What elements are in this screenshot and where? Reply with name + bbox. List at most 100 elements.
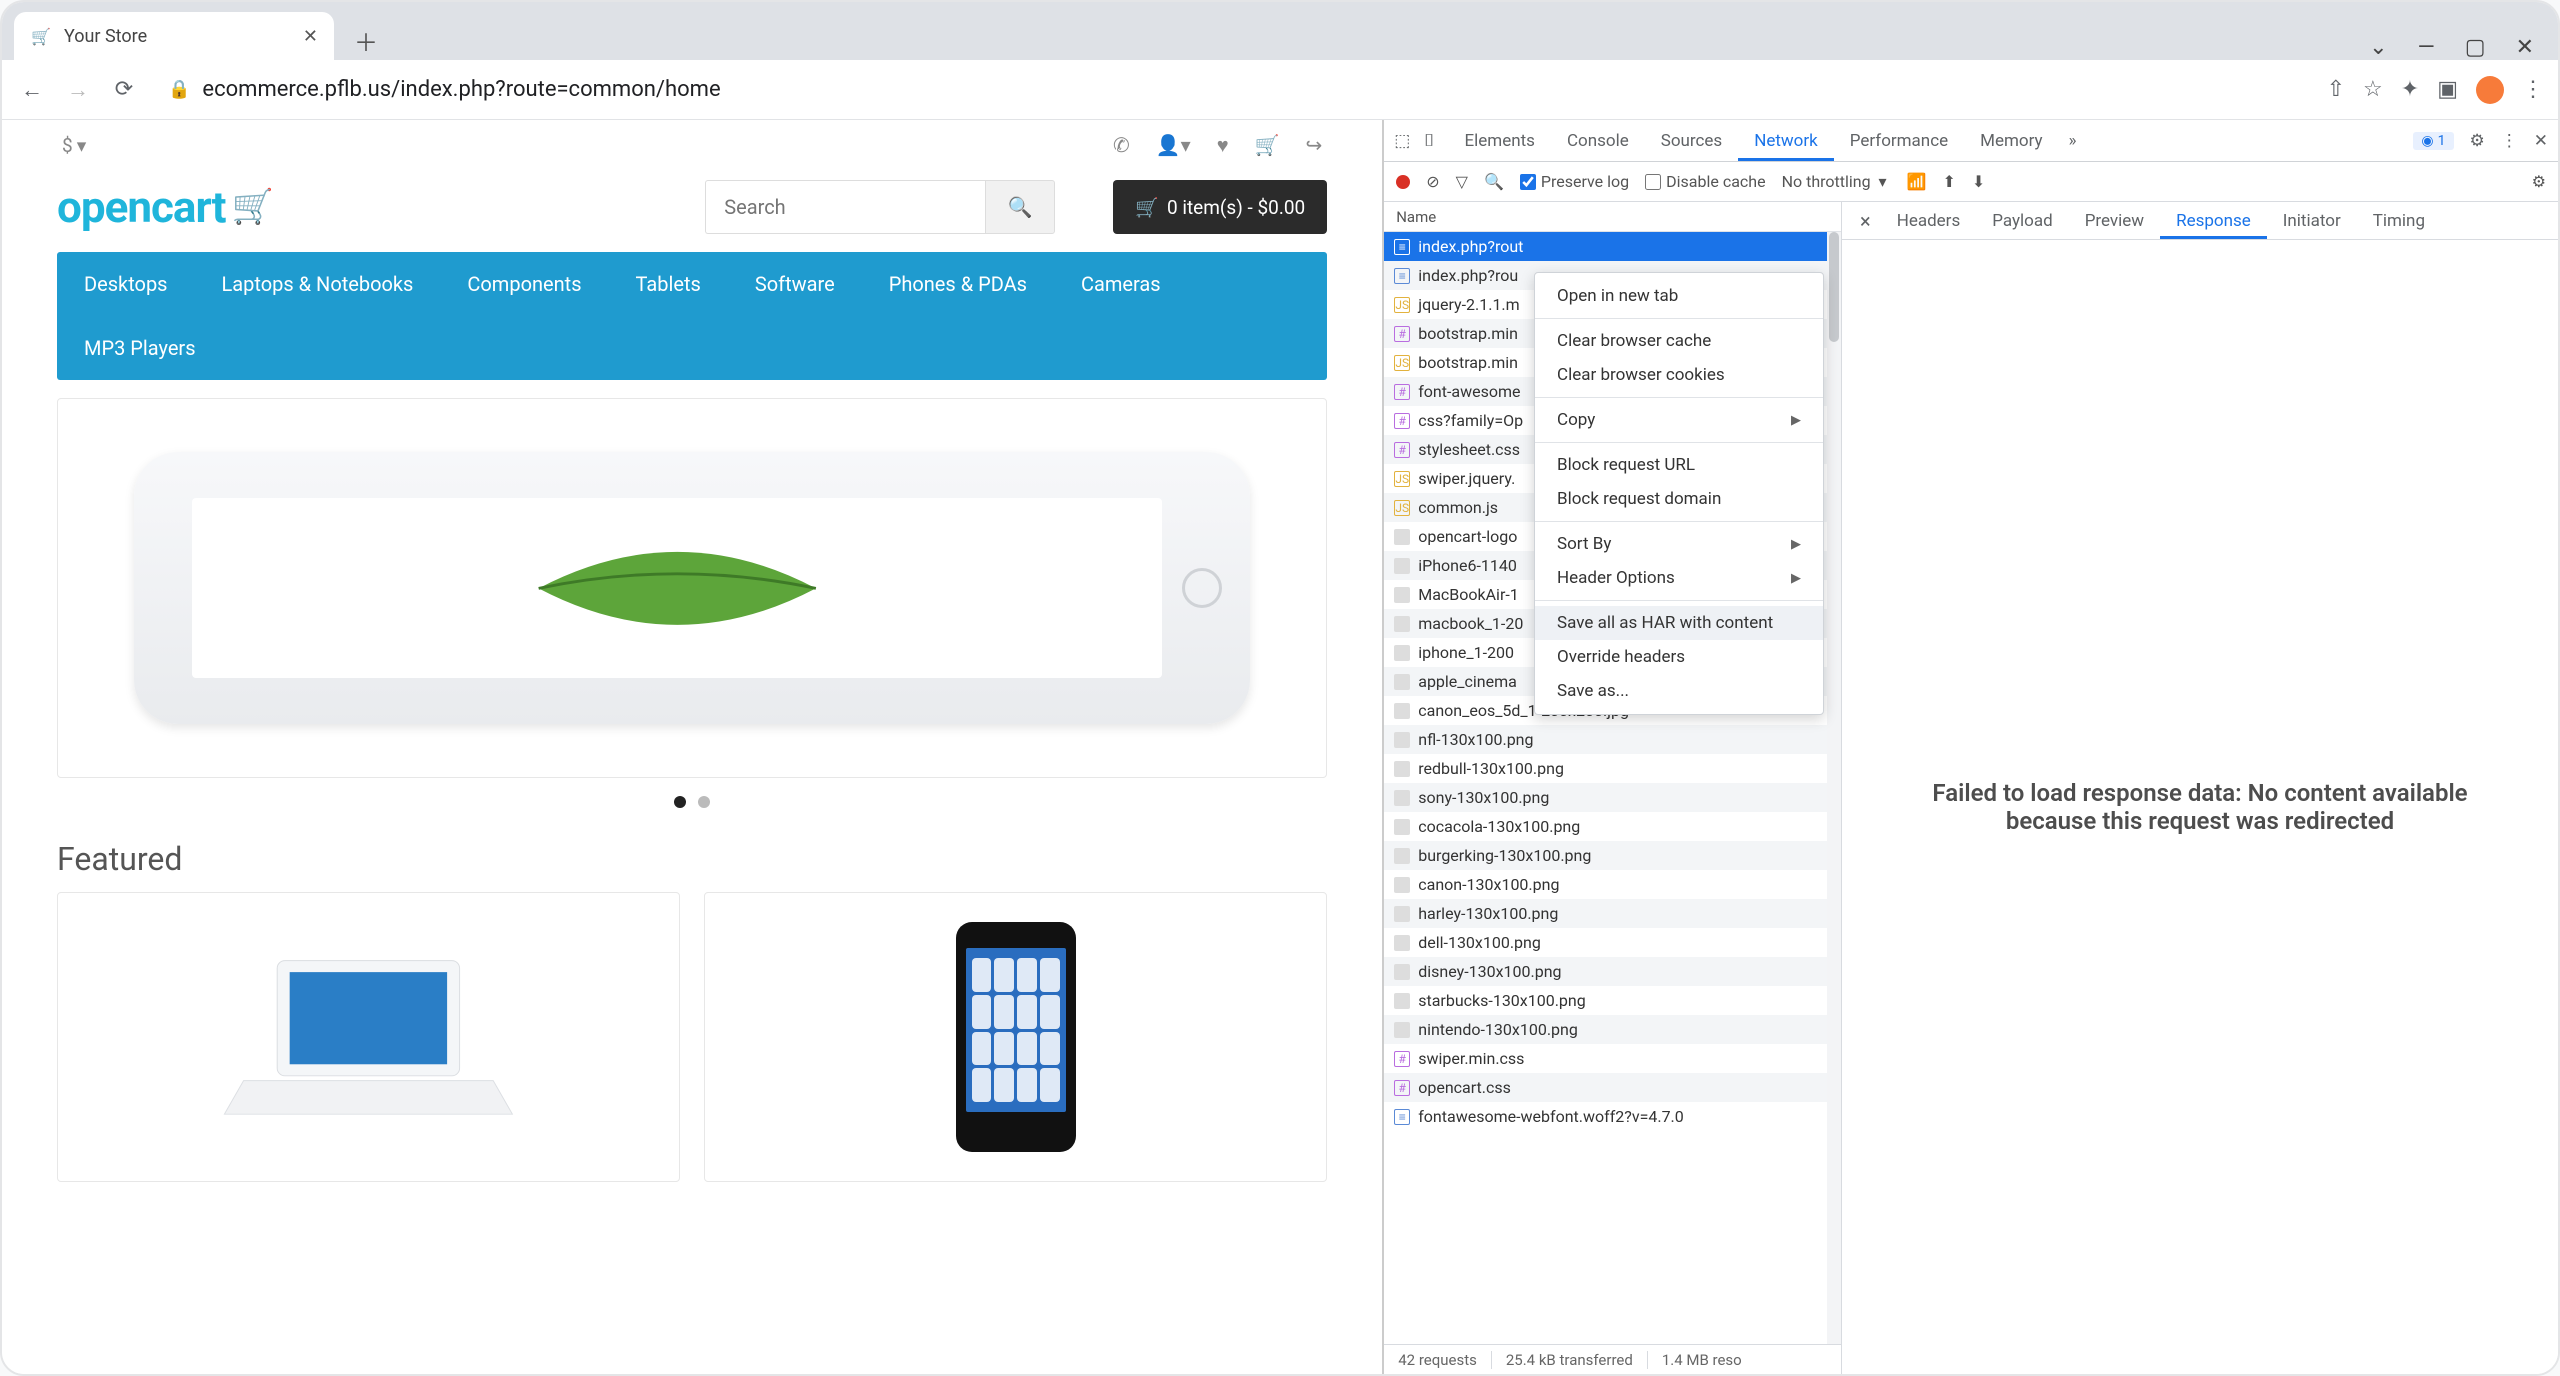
request-row[interactable]: burgerking-130x100.png (1384, 841, 1841, 870)
detail-tab-payload[interactable]: Payload (1976, 203, 2068, 239)
gear-icon[interactable]: ⚙ (2470, 131, 2485, 151)
device-icon[interactable]: ⌷ (1424, 131, 1434, 151)
request-row[interactable]: ≡index.php?rout (1384, 232, 1841, 261)
gear-icon[interactable]: ⚙ (2532, 172, 2546, 191)
request-name: iphone_1-200 (1418, 643, 1514, 662)
search-icon[interactable]: 🔍 (1484, 172, 1504, 191)
close-detail-icon[interactable]: × (1850, 209, 1881, 233)
hero-slider[interactable] (57, 398, 1327, 778)
request-row[interactable]: ≡fontawesome-webfont.woff2?v=4.7.0 (1384, 1102, 1841, 1131)
nav-item[interactable]: MP3 Players (57, 316, 223, 380)
context-menu-item[interactable]: Block request domain (1535, 482, 1823, 516)
search-input[interactable] (705, 180, 985, 234)
nav-item[interactable]: Laptops & Notebooks (195, 252, 441, 316)
slider-dot-1[interactable] (674, 796, 686, 808)
user-icon[interactable]: 👤▾ (1156, 133, 1191, 158)
context-menu-item[interactable]: Override headers (1535, 640, 1823, 674)
issues-badge[interactable]: ◉ 1 (2413, 132, 2453, 150)
reload-button[interactable]: ⟳ (108, 74, 140, 106)
request-row[interactable]: cocacola-130x100.png (1384, 812, 1841, 841)
wifi-icon[interactable]: 📶 (1907, 172, 1927, 191)
chevron-down-icon[interactable]: ⌄ (2369, 35, 2387, 60)
phone-icon[interactable]: ✆ (1113, 133, 1130, 158)
context-menu-item[interactable]: Clear browser cache (1535, 324, 1823, 358)
cart-icon[interactable]: 🛒 (1255, 133, 1280, 158)
upload-icon[interactable]: ⬆ (1942, 172, 1955, 191)
bookmark-icon[interactable]: ☆ (2363, 77, 2383, 102)
preserve-log-checkbox[interactable]: Preserve log (1520, 172, 1629, 191)
minimize-icon[interactable]: — (2418, 35, 2435, 60)
request-row[interactable]: sony-130x100.png (1384, 783, 1841, 812)
nav-item[interactable]: Desktops (57, 252, 195, 316)
request-row[interactable]: disney-130x100.png (1384, 957, 1841, 986)
detail-tab-preview[interactable]: Preview (2069, 203, 2160, 239)
close-devtools-icon[interactable]: ✕ (2534, 131, 2548, 151)
context-menu-item[interactable]: Clear browser cookies (1535, 358, 1823, 392)
devtools-tab-memory[interactable]: Memory (1964, 121, 2058, 161)
request-row[interactable]: nfl-130x100.png (1384, 725, 1841, 754)
maximize-icon[interactable]: ▢ (2465, 35, 2486, 60)
request-row[interactable]: #opencart.css (1384, 1073, 1841, 1102)
detail-tab-response[interactable]: Response (2160, 203, 2267, 239)
opencart-logo[interactable]: opencart 🛒 (57, 181, 273, 233)
share-icon[interactable]: ⇧ (2327, 77, 2345, 102)
devtools-tab-sources[interactable]: Sources (1645, 121, 1738, 161)
nav-item[interactable]: Software (728, 252, 862, 316)
context-menu-item[interactable]: Header Options▶ (1535, 561, 1823, 595)
request-row[interactable]: redbull-130x100.png (1384, 754, 1841, 783)
context-menu-item[interactable]: Save as... (1535, 674, 1823, 708)
address-bar[interactable]: 🔒 ecommerce.pflb.us/index.php?route=comm… (154, 70, 2313, 110)
record-button[interactable] (1396, 175, 1410, 189)
cart-button[interactable]: 🛒 0 item(s) - $0.00 (1113, 180, 1327, 234)
filter-icon[interactable]: ▽ (1456, 172, 1468, 191)
heart-icon[interactable]: ♥ (1217, 133, 1229, 158)
nav-item[interactable]: Cameras (1054, 252, 1188, 316)
close-icon[interactable]: ✕ (303, 26, 318, 47)
back-button[interactable]: ← (16, 74, 48, 106)
nav-item[interactable]: Components (440, 252, 608, 316)
nav-item[interactable]: Phones & PDAs (862, 252, 1054, 316)
request-row[interactable]: dell-130x100.png (1384, 928, 1841, 957)
currency-selector[interactable]: $▾ (62, 134, 86, 157)
clear-icon[interactable]: ⊘ (1426, 172, 1439, 191)
devtools-tab-console[interactable]: Console (1551, 121, 1645, 161)
context-menu-item[interactable]: Open in new tab (1535, 279, 1823, 313)
close-window-icon[interactable]: ✕ (2516, 35, 2534, 60)
kebab-icon[interactable]: ⋮ (2522, 77, 2544, 102)
request-row[interactable]: harley-130x100.png (1384, 899, 1841, 928)
throttling-select[interactable]: No throttling ▾ (1782, 172, 1887, 191)
slider-dot-2[interactable] (698, 796, 710, 808)
new-tab-button[interactable]: ＋ (346, 20, 386, 60)
side-panel-icon[interactable]: ▣ (2437, 77, 2458, 102)
devtools-tab-performance[interactable]: Performance (1834, 121, 1964, 161)
more-tabs-icon[interactable]: » (2059, 131, 2087, 151)
detail-tab-initiator[interactable]: Initiator (2267, 203, 2357, 239)
context-menu-item[interactable]: Copy▶ (1535, 403, 1823, 437)
inspect-icon[interactable]: ⬚ (1394, 131, 1410, 151)
name-column-header[interactable]: Name (1384, 202, 1841, 232)
product-card-iphone[interactable] (704, 892, 1327, 1182)
product-card-macbook[interactable] (57, 892, 680, 1182)
profile-avatar[interactable] (2476, 76, 2504, 104)
detail-tab-headers[interactable]: Headers (1881, 203, 1977, 239)
request-row[interactable]: nintendo-130x100.png (1384, 1015, 1841, 1044)
search-button[interactable]: 🔍 (985, 180, 1055, 234)
scrollbar-thumb[interactable] (1829, 232, 1839, 342)
request-row[interactable]: canon-130x100.png (1384, 870, 1841, 899)
context-menu-item[interactable]: Sort By▶ (1535, 527, 1823, 561)
nav-item[interactable]: Tablets (609, 252, 728, 316)
detail-tab-timing[interactable]: Timing (2357, 203, 2441, 239)
devtools-tab-network[interactable]: Network (1738, 121, 1834, 161)
share-page-icon[interactable]: ↪ (1305, 133, 1322, 158)
forward-button[interactable]: → (62, 74, 94, 106)
browser-tab[interactable]: 🛒 Your Store ✕ (14, 12, 334, 60)
context-menu-item[interactable]: Block request URL (1535, 448, 1823, 482)
kebab-icon[interactable]: ⋮ (2501, 131, 2518, 151)
request-row[interactable]: #swiper.min.css (1384, 1044, 1841, 1073)
extensions-icon[interactable]: ✦ (2401, 77, 2419, 102)
context-menu-item[interactable]: Save all as HAR with content (1535, 606, 1823, 640)
disable-cache-checkbox[interactable]: Disable cache (1645, 172, 1765, 191)
devtools-tab-elements[interactable]: Elements (1449, 121, 1551, 161)
request-row[interactable]: starbucks-130x100.png (1384, 986, 1841, 1015)
download-icon[interactable]: ⬇ (1972, 172, 1985, 191)
